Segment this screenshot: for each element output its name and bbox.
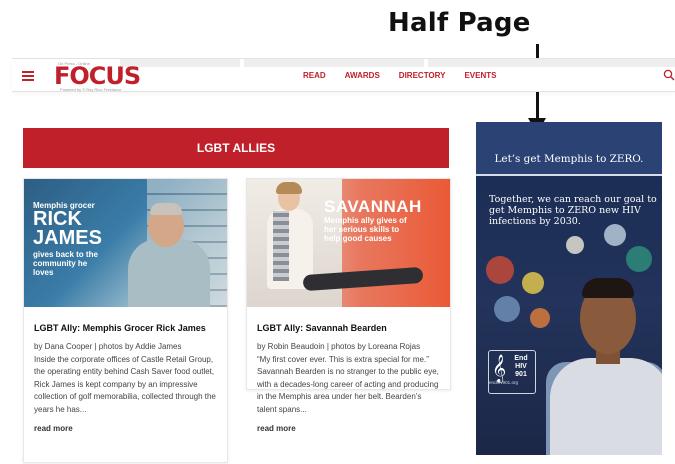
article-image-rick-james[interactable]: Memphis grocer RICK JAMES gives back to … [24,179,227,307]
end-hiv-901-logo: 𝄞 End HIV 901 [488,350,536,394]
section-title: LGBT ALLIES [196,141,276,155]
article-card-savannah-bearden[interactable]: SAVANNAH Memphis ally gives of her serio… [246,178,451,433]
article-excerpt: by Robin Beaudoin | photos by Loreana Ro… [257,341,440,417]
read-more-link[interactable]: read more [257,424,296,433]
ad-person-hair [582,278,634,298]
logo-wordmark: FOCUS [54,62,141,90]
ad-person-shirt [550,358,662,455]
ad-headline: Let’s get Memphis to ZERO. [494,153,644,165]
half-page-annotation-label: Half Page [388,8,531,38]
logo-small-text: On Press - Online [58,61,90,66]
read-more-link[interactable]: read more [34,424,73,433]
nav-link-events[interactable]: EVENTS [464,71,496,80]
article-byline: by Dana Cooper | photos by Addie James [34,342,182,351]
article-title[interactable]: LGBT Ally: Memphis Grocer Rick James [34,322,217,334]
article-card-rick-james[interactable]: Memphis grocer RICK JAMES gives back to … [23,178,228,463]
badge-patch-graphic [486,256,514,284]
card-body: LGBT Ally: Memphis Grocer Rick James by … [24,307,227,436]
scarf-graphic [273,211,289,281]
nav-placeholder-bar [244,59,424,67]
section-banner-lgbt-allies[interactable]: LGBT ALLIES [23,128,449,168]
ad-website: endhiv901.org [489,380,519,385]
hamburger-icon[interactable] [22,71,34,81]
ad-logo-text: End HIV 901 [514,355,528,378]
nav-link-awards[interactable]: AWARDS [345,71,380,80]
site-logo[interactable]: On Press - Online FOCUS Powered by © Ray… [54,61,141,92]
badge-patch-graphic [530,308,550,328]
image-name-line-2: JAMES [33,227,102,249]
card-body: LGBT Ally: Savannah Bearden by Robin Bea… [247,307,450,436]
nav-link-directory[interactable]: DIRECTORY [399,71,446,80]
nav-links: READ AWARDS DIRECTORY EVENTS [303,71,496,80]
ad-body-text: Together, we can reach our goal to get M… [489,194,657,227]
ad-headline-bar: Let’s get Memphis to ZERO. [476,122,662,174]
site-navbar: On Press - Online FOCUS Powered by © Ray… [12,58,675,92]
article-excerpt-text: “My first cover ever. This is extra spec… [257,354,439,414]
half-page-ad[interactable]: Let’s get Memphis to ZERO. Together, we … [476,122,662,455]
article-image-savannah-bearden[interactable]: SAVANNAH Memphis ally gives of her serio… [247,179,450,307]
article-excerpt: by Dana Cooper | photos by Addie James I… [34,341,217,417]
badge-patch-graphic [626,246,652,272]
article-excerpt-text: Inside the corporate offices of Castle R… [34,354,216,414]
badge-patch-graphic [604,224,626,246]
nav-placeholder-bar [428,59,675,67]
search-icon[interactable] [663,69,675,81]
person-hair [150,203,182,215]
badge-patch-graphic [522,272,544,294]
badge-patch-graphic [494,296,520,322]
logo-tagline: Powered by © Ray Rico Freelance [60,87,122,92]
nav-link-read[interactable]: READ [303,71,326,80]
music-note-icon: 𝄞 [492,355,507,382]
article-title[interactable]: LGBT Ally: Savannah Bearden [257,322,440,334]
article-byline: by Robin Beaudoin | photos by Loreana Ro… [257,342,421,351]
image-subtitle: Memphis ally gives of her serious skills… [324,216,407,243]
image-tail: gives back to the community he loves [33,250,98,277]
badge-patch-graphic [566,236,584,254]
person-hair [276,182,302,194]
image-overlay-text: Memphis grocer RICK JAMES gives back to … [33,201,105,277]
person-figure [128,239,210,307]
image-name: SAVANNAH [324,197,422,216]
